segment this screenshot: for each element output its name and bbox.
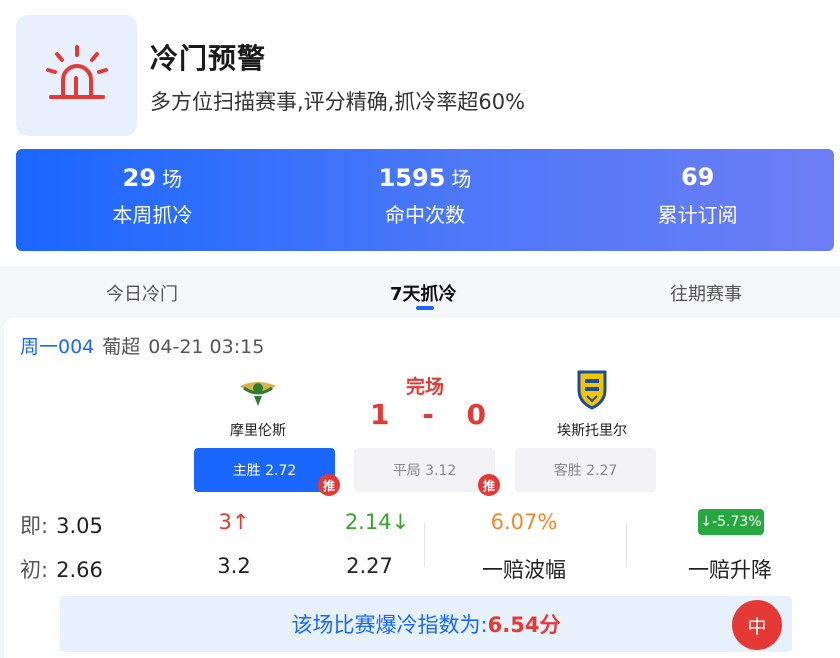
- stat-weekly-upsets: 29 场 本周抓冷: [16, 149, 289, 251]
- home-team-name: 摩里伦斯: [230, 423, 286, 439]
- initial-away-odds: 2.27: [346, 554, 393, 578]
- alarm-siren-icon: [45, 44, 108, 99]
- upset-index-value: 6.54分: [487, 613, 561, 637]
- tab-today[interactable]: 今日冷门: [106, 280, 178, 306]
- away-score: 0: [466, 398, 486, 431]
- odds-draw-button[interactable]: 平局 3.12: [354, 448, 495, 492]
- stat-value: 29: [122, 164, 157, 192]
- away-team[interactable]: 埃斯托里尔: [522, 370, 662, 440]
- stat-label: 累计订阅: [657, 203, 738, 227]
- page-subtitle: 多方位扫描赛事,评分精确,抓冷率超60%: [150, 90, 526, 114]
- stat-unit: 场: [162, 167, 183, 191]
- home-score: 1: [370, 398, 390, 431]
- upset-index-text: 该场比赛爆冷指数为:: [291, 613, 488, 637]
- amplitude-label: 一赔波幅: [482, 558, 566, 582]
- stat-value: 1595: [378, 164, 446, 192]
- recommend-badge-draw: 推: [478, 474, 500, 496]
- divider: [424, 523, 425, 567]
- stat-label: 本周抓冷: [112, 203, 193, 227]
- home-team[interactable]: 摩里伦斯: [188, 376, 328, 440]
- stats-banner: 29 场 本周抓冷 1595 场 命中次数 69 累计订阅: [16, 149, 834, 251]
- match-header: 周一004 葡超 04-21 03:15: [20, 332, 264, 359]
- tab-7days[interactable]: 7天抓冷: [390, 280, 457, 306]
- live-label: 即:: [20, 514, 49, 538]
- score-separator: -: [422, 398, 434, 431]
- divider: [626, 523, 627, 567]
- moreirense-crest-icon: [240, 382, 276, 406]
- estoril-crest-icon: [577, 370, 607, 410]
- odds-amplitude-value: 6.07%: [490, 510, 558, 534]
- stat-hit-count: 1595 场 命中次数: [289, 149, 562, 251]
- scoreboard: 1 - 0: [370, 398, 486, 431]
- initial-odds-row: 初: 2.66: [20, 554, 103, 584]
- alarm-icon-box: [16, 15, 137, 136]
- odds-change-tag: ↓-5.73%: [698, 509, 764, 535]
- match-time: 04-21 03:15: [148, 336, 265, 358]
- away-team-name: 埃斯托里尔: [557, 423, 627, 439]
- initial-draw-odds: 3.2: [217, 554, 251, 578]
- stat-subscriptions: 69 累计订阅: [561, 149, 834, 251]
- live-odds-row: 即: 3.05: [20, 510, 103, 540]
- live-draw-odds: 3↑: [218, 510, 250, 534]
- stat-value: 69: [680, 163, 715, 191]
- upset-index-bar: 该场比赛爆冷指数为: 6.54分: [60, 596, 792, 652]
- live-away-odds: 2.14↓: [344, 510, 410, 534]
- stat-unit: 场: [451, 167, 472, 191]
- tab-bar: 今日冷门 7天抓冷 往期赛事: [0, 266, 840, 318]
- match-card[interactable]: 周一004 葡超 04-21 03:15 摩里伦斯 完场 1 - 0 埃斯托里尔 主…: [4, 318, 840, 658]
- odds-home-win-button[interactable]: 主胜 2.72: [194, 448, 335, 492]
- league-name: 葡超: [102, 336, 141, 358]
- header: 冷门预警 多方位扫描赛事,评分精确,抓冷率超60% 29 场 本周抓冷 1595 场…: [0, 0, 840, 266]
- tab-history[interactable]: 往期赛事: [670, 280, 742, 306]
- initial-home-odds: 2.66: [56, 558, 103, 582]
- match-status: 完场: [405, 376, 444, 398]
- stat-label: 命中次数: [385, 203, 465, 227]
- recommend-badge-home: 推: [318, 474, 340, 496]
- odds-away-win-button[interactable]: 客胜 2.27: [515, 448, 656, 492]
- result-hit-badge: 中: [732, 600, 782, 650]
- change-label: 一赔升降: [688, 558, 772, 582]
- initial-label: 初:: [20, 558, 49, 582]
- active-tab-indicator: [416, 306, 434, 310]
- live-home-odds: 3.05: [56, 514, 103, 538]
- page-title: 冷门预警: [150, 42, 267, 75]
- match-code: 周一004: [20, 336, 95, 358]
